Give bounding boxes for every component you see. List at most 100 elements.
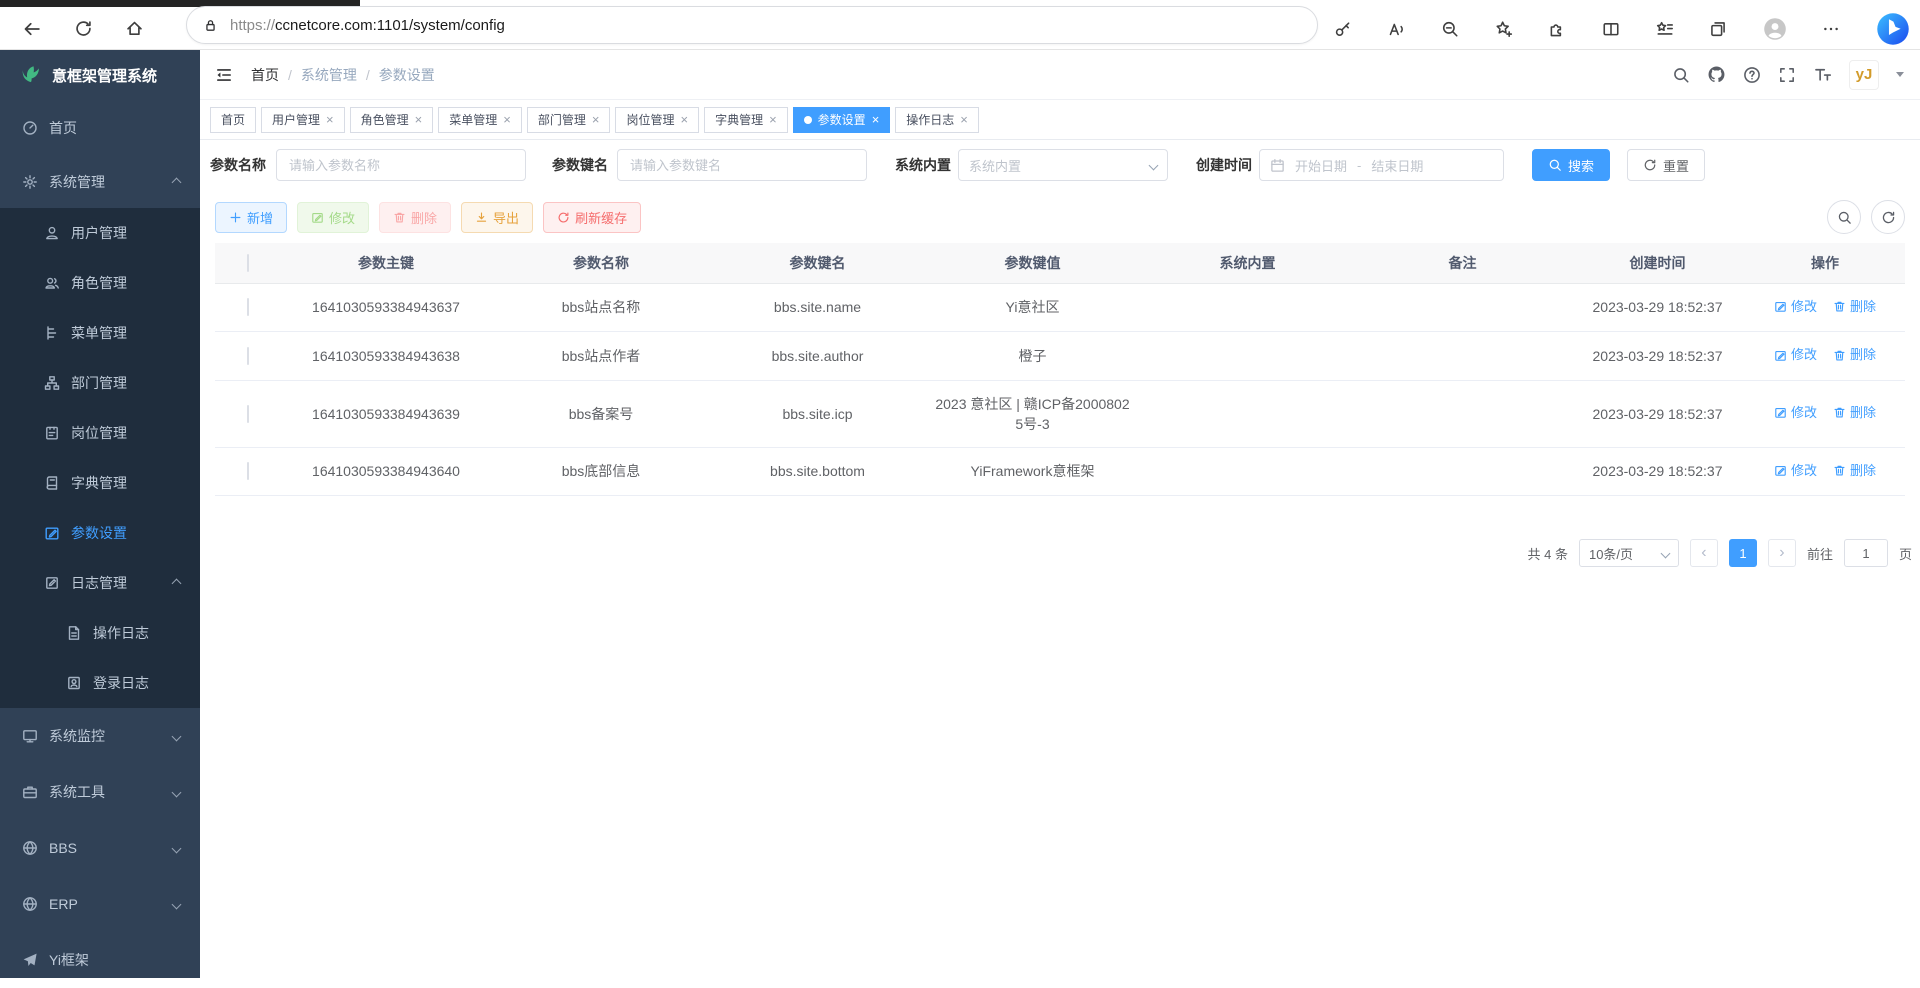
sidebar-item-erp[interactable]: ERP <box>0 876 200 932</box>
row-edit-link[interactable]: 修改 <box>1774 297 1817 317</box>
add-button[interactable]: 新增 <box>215 202 287 233</box>
tab-operation-log[interactable]: 操作日志× <box>895 107 979 133</box>
sidebar-item-role-mgmt[interactable]: 角色管理 <box>0 258 200 308</box>
prev-page-button[interactable]: ‹ <box>1690 539 1718 567</box>
close-icon[interactable]: × <box>872 113 880 126</box>
close-icon[interactable]: × <box>960 113 968 126</box>
sidebar-item-user-mgmt[interactable]: 用户管理 <box>0 208 200 258</box>
col-param-name: 参数名称 <box>492 243 710 283</box>
sidebar-item-system-monitor[interactable]: 系统监控 <box>0 708 200 764</box>
sidebar-item-system-mgmt[interactable]: 系统管理 <box>0 156 200 208</box>
sidebar-item-login-log[interactable]: 登录日志 <box>0 658 200 708</box>
sidebar-item-dept-mgmt[interactable]: 部门管理 <box>0 358 200 408</box>
row-checkbox[interactable] <box>247 347 249 365</box>
row-checkbox[interactable] <box>247 462 249 480</box>
refresh-cache-button[interactable]: 刷新缓存 <box>543 202 641 233</box>
refresh-table-button[interactable] <box>1871 200 1905 234</box>
home-button[interactable] <box>125 19 144 38</box>
close-icon[interactable]: × <box>503 113 511 126</box>
date-range-picker[interactable]: 开始日期 - 结束日期 <box>1259 149 1504 181</box>
sidebar-item-dict-mgmt[interactable]: 字典管理 <box>0 458 200 508</box>
toggle-search-button[interactable] <box>1827 200 1861 234</box>
row-delete-link[interactable]: 删除 <box>1833 297 1876 317</box>
back-button[interactable] <box>22 19 42 39</box>
row-edit-link[interactable]: 修改 <box>1774 345 1817 365</box>
tab-menu-mgmt[interactable]: 菜单管理× <box>438 107 522 133</box>
row-checkbox[interactable] <box>247 405 249 423</box>
url-scheme: https:// <box>230 17 275 34</box>
cell-actions: 修改 删除 <box>1745 283 1905 332</box>
row-delete-link[interactable]: 删除 <box>1833 403 1876 423</box>
param-key-input[interactable] <box>617 149 867 181</box>
table-row[interactable]: 1641030593384943638 bbs站点作者 bbs.site.aut… <box>215 332 1905 381</box>
profile-avatar-icon[interactable] <box>1763 17 1787 41</box>
row-delete-link[interactable]: 删除 <box>1833 345 1876 365</box>
sidebar-collapse-icon[interactable] <box>215 66 233 84</box>
bing-icon[interactable] <box>1876 12 1910 46</box>
breadcrumb-separator: / <box>366 67 370 83</box>
tab-role-mgmt[interactable]: 角色管理× <box>350 107 434 133</box>
table-row[interactable]: 1641030593384943640 bbs底部信息 bbs.site.bot… <box>215 447 1905 496</box>
close-icon[interactable]: × <box>326 113 334 126</box>
extensions-puzzle-icon[interactable] <box>1548 20 1566 38</box>
chevron-down-icon <box>172 787 182 797</box>
refresh-button[interactable] <box>74 19 93 38</box>
close-icon[interactable]: × <box>592 113 600 126</box>
tab-post-mgmt[interactable]: 岗位管理× <box>615 107 699 133</box>
search-icon[interactable] <box>1672 66 1690 84</box>
favorite-add-icon[interactable] <box>1495 20 1513 38</box>
table-row[interactable]: 1641030593384943637 bbs站点名称 bbs.site.nam… <box>215 283 1905 332</box>
sidebar-item-log-mgmt[interactable]: 日志管理 <box>0 558 200 608</box>
sidebar-item-post-mgmt[interactable]: 岗位管理 <box>0 408 200 458</box>
sidebar-item-operation-log[interactable]: 操作日志 <box>0 608 200 658</box>
sidebar-item-home[interactable]: 首页 <box>0 100 200 156</box>
builtin-select[interactable]: 系统内置 <box>958 149 1168 181</box>
close-icon[interactable]: × <box>769 113 777 126</box>
select-all-checkbox[interactable] <box>247 254 249 272</box>
row-delete-link[interactable]: 删除 <box>1833 461 1876 481</box>
breadcrumb-section: 系统管理 <box>301 65 357 85</box>
sidebar-item-bbs[interactable]: BBS <box>0 820 200 876</box>
row-checkbox[interactable] <box>247 298 249 316</box>
favorites-bar-icon[interactable] <box>1656 20 1674 38</box>
github-icon[interactable] <box>1707 65 1726 84</box>
sidebar-item-menu-mgmt[interactable]: 菜单管理 <box>0 308 200 358</box>
close-icon[interactable]: × <box>680 113 688 126</box>
current-page-button[interactable]: 1 <box>1729 539 1757 567</box>
password-key-icon[interactable] <box>1334 20 1352 38</box>
tab-home[interactable]: 首页 <box>210 107 256 133</box>
row-edit-link[interactable]: 修改 <box>1774 461 1817 481</box>
reset-button[interactable]: 重置 <box>1627 149 1705 181</box>
search-button[interactable]: 搜索 <box>1532 149 1610 181</box>
row-edit-link[interactable]: 修改 <box>1774 403 1817 423</box>
help-icon[interactable] <box>1743 66 1761 84</box>
breadcrumb-home[interactable]: 首页 <box>251 65 279 85</box>
caret-down-icon[interactable] <box>1896 72 1904 77</box>
export-button[interactable]: 导出 <box>461 202 533 233</box>
user-avatar[interactable]: yJ <box>1849 60 1879 90</box>
address-bar[interactable]: https://ccnetcore.com:1101/system/config <box>186 6 1318 44</box>
collections-icon[interactable] <box>1709 20 1727 38</box>
sidebar-item-system-tools[interactable]: 系统工具 <box>0 764 200 820</box>
param-name-input[interactable] <box>276 149 526 181</box>
zoom-out-icon[interactable] <box>1441 20 1459 38</box>
edit-button[interactable]: 修改 <box>297 202 369 233</box>
browser-action-icons <box>1334 7 1910 50</box>
fullscreen-icon[interactable] <box>1778 66 1796 84</box>
goto-page-input[interactable] <box>1844 539 1888 567</box>
close-icon[interactable]: × <box>415 113 423 126</box>
table-row[interactable]: 1641030593384943639 bbs备案号 bbs.site.icp … <box>215 380 1905 447</box>
sidebar-item-param-settings[interactable]: 参数设置 <box>0 508 200 558</box>
tab-user-mgmt[interactable]: 用户管理× <box>261 107 345 133</box>
split-screen-icon[interactable] <box>1602 20 1620 38</box>
tab-dept-mgmt[interactable]: 部门管理× <box>527 107 611 133</box>
tab-dict-mgmt[interactable]: 字典管理× <box>704 107 788 133</box>
delete-button[interactable]: 删除 <box>379 202 451 233</box>
font-size-icon[interactable] <box>1813 65 1832 84</box>
page-size-select[interactable]: 10条/页 <box>1579 539 1679 567</box>
read-aloud-icon[interactable] <box>1388 20 1406 38</box>
sidebar-item-yi-framework[interactable]: Yi框架 <box>0 932 200 988</box>
tab-param-settings[interactable]: 参数设置× <box>793 107 891 133</box>
more-menu-icon[interactable] <box>1822 20 1840 38</box>
next-page-button[interactable]: › <box>1768 539 1796 567</box>
